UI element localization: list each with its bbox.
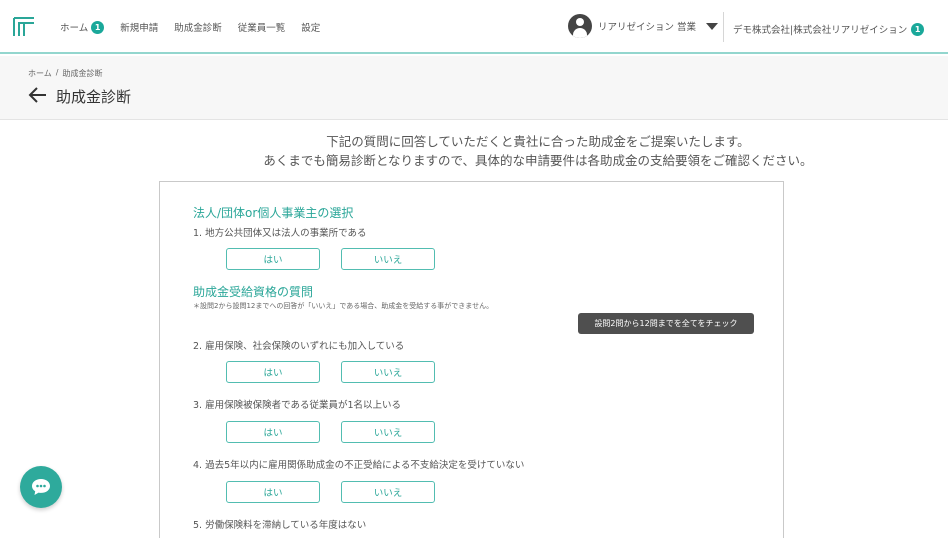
nav-new-application[interactable]: 新規申請: [120, 20, 158, 34]
chat-bubble-icon: [32, 479, 50, 495]
user-name: リアリゼイション 営業: [598, 22, 697, 33]
nav-settings[interactable]: 設定: [301, 20, 320, 34]
company-switcher[interactable]: デモ株式会社|株式会社リアリゼイション 1: [733, 22, 925, 36]
diagnosis-form: 法人/団体or個人事業主の選択 1. 地方公共団体又は法人の事業所である はい …: [159, 181, 784, 538]
section-title-entity-type: 法人/団体or個人事業主の選択: [193, 206, 354, 220]
intro-text: 下記の質問に回答していただくと貴社に合った助成金をご提案いたします。 あくまでも…: [0, 132, 948, 170]
page-title: 助成金診断: [56, 88, 132, 106]
q3-no-button[interactable]: いいえ: [341, 421, 435, 443]
q4-yes-button[interactable]: はい: [226, 481, 320, 503]
user-menu[interactable]: リアリゼイション 営業: [568, 14, 719, 38]
intro-line-1: 下記の質問に回答していただくと貴社に合った助成金をご提案いたします。: [326, 134, 750, 149]
breadcrumb-separator: /: [55, 68, 59, 77]
question-2: 2. 雇用保険、社会保険のいずれにも加入している: [193, 341, 405, 352]
eligibility-note: ＊設問2から設問12までへの回答が「いいえ」である場合、助成金を受給する事ができ…: [193, 302, 494, 310]
top-bar: ホーム 1 新規申請 助成金診断 従業員一覧 設定 リアリゼイション 営業 デモ…: [0, 0, 948, 54]
notification-badge: 1: [91, 20, 105, 34]
avatar-icon: [568, 14, 592, 38]
question-1: 1. 地方公共団体又は法人の事業所である: [193, 228, 367, 239]
company-name: デモ株式会社|株式会社リアリゼイション: [733, 25, 908, 36]
check-all-button[interactable]: 設問2問から12問までを全てをチェック: [578, 313, 754, 334]
app-logo-icon[interactable]: [13, 17, 35, 37]
q1-no-button[interactable]: いいえ: [341, 248, 435, 270]
q1-yes-button[interactable]: はい: [226, 248, 320, 270]
q4-no-button[interactable]: いいえ: [341, 481, 435, 503]
q3-yes-button[interactable]: はい: [226, 421, 320, 443]
q2-yes-button[interactable]: はい: [226, 361, 320, 383]
section-title-eligibility: 助成金受給資格の質問: [193, 285, 314, 299]
header-divider: [723, 12, 724, 42]
main-nav: ホーム 1 新規申請 助成金診断 従業員一覧 設定: [60, 0, 320, 54]
breadcrumb-home[interactable]: ホーム: [28, 68, 52, 79]
q2-no-button[interactable]: いいえ: [341, 361, 435, 383]
nav-employee-list[interactable]: 従業員一覧: [238, 20, 286, 34]
page-header: ホーム / 助成金診断 助成金診断: [0, 56, 948, 120]
breadcrumb-current: 助成金診断: [62, 69, 103, 78]
chat-button[interactable]: [20, 466, 62, 508]
question-3: 3. 雇用保険被保険者である従業員が1名以上いる: [193, 400, 402, 411]
nav-home-label: ホーム: [60, 23, 89, 34]
back-arrow-icon[interactable]: [28, 86, 48, 104]
breadcrumb: ホーム / 助成金診断: [28, 68, 102, 79]
question-5: 5. 労働保険料を滞納している年度はない: [193, 520, 367, 531]
question-4: 4. 過去5年以内に雇用関係助成金の不正受給による不支給決定を受けていない: [193, 460, 525, 471]
caret-down-icon: [706, 22, 719, 30]
nav-subsidy-diagnosis[interactable]: 助成金診断: [174, 20, 222, 34]
intro-line-2: あくまでも簡易診断となりますので、具体的な申請要件は各助成金の支給要領をご確認く…: [263, 153, 813, 168]
company-badge: 1: [911, 22, 925, 36]
nav-home[interactable]: ホーム 1: [60, 20, 105, 34]
